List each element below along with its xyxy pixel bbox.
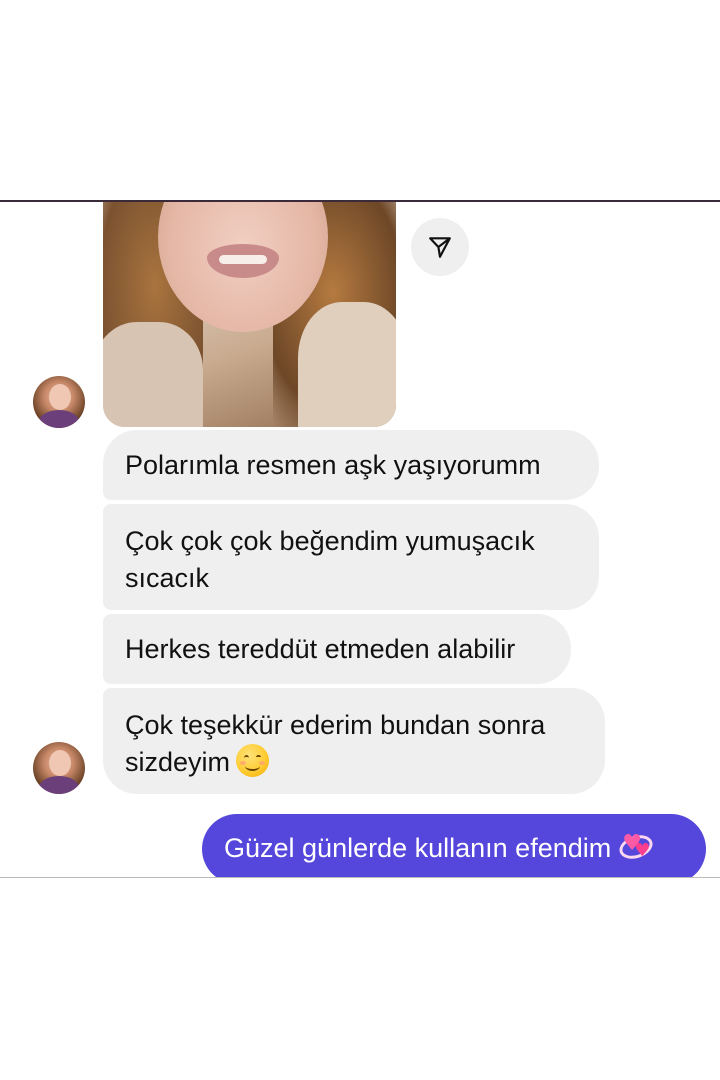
share-photo-button[interactable] xyxy=(411,218,469,276)
photo-coat-right xyxy=(298,302,396,427)
message-text: Herkes tereddüt etmeden alabilir xyxy=(125,634,516,664)
avatar-face xyxy=(49,750,71,776)
sender-avatar[interactable] xyxy=(33,742,85,794)
message-text: Çok teşekkür ederim bundan sonra sizdeyi… xyxy=(125,710,546,777)
send-icon xyxy=(429,237,451,258)
sender-avatar[interactable] xyxy=(33,376,85,428)
incoming-message[interactable]: Polarımla resmen aşk yaşıyorumm xyxy=(103,430,599,500)
bottom-divider xyxy=(0,877,720,878)
smiling-face-icon xyxy=(236,744,270,777)
message-text: Güzel günlerde kullanın efendim xyxy=(224,833,612,863)
message-text: Polarımla resmen aşk yaşıyorumm xyxy=(125,450,541,480)
photo-teeth xyxy=(219,255,267,264)
chat-thread[interactable]: Polarımla resmen aşk yaşıyorumm Çok çok … xyxy=(0,202,720,877)
outgoing-message[interactable]: Güzel günlerde kullanın efendim ♥ ♥ xyxy=(202,814,706,877)
message-text: Çok çok çok beğendim yumuşacık sıcacık xyxy=(125,526,535,593)
shared-photo[interactable] xyxy=(103,202,396,427)
photo-coat-left xyxy=(103,322,203,427)
avatar-body xyxy=(39,776,79,794)
avatar-face xyxy=(49,384,71,410)
incoming-message[interactable]: Çok teşekkür ederim bundan sonra sizdeyi… xyxy=(103,688,605,794)
revolving-hearts-icon: ♥ ♥ xyxy=(616,831,656,863)
incoming-message[interactable]: Çok çok çok beğendim yumuşacık sıcacık xyxy=(103,504,599,610)
avatar-body xyxy=(39,410,79,428)
incoming-message[interactable]: Herkes tereddüt etmeden alabilir xyxy=(103,614,571,684)
